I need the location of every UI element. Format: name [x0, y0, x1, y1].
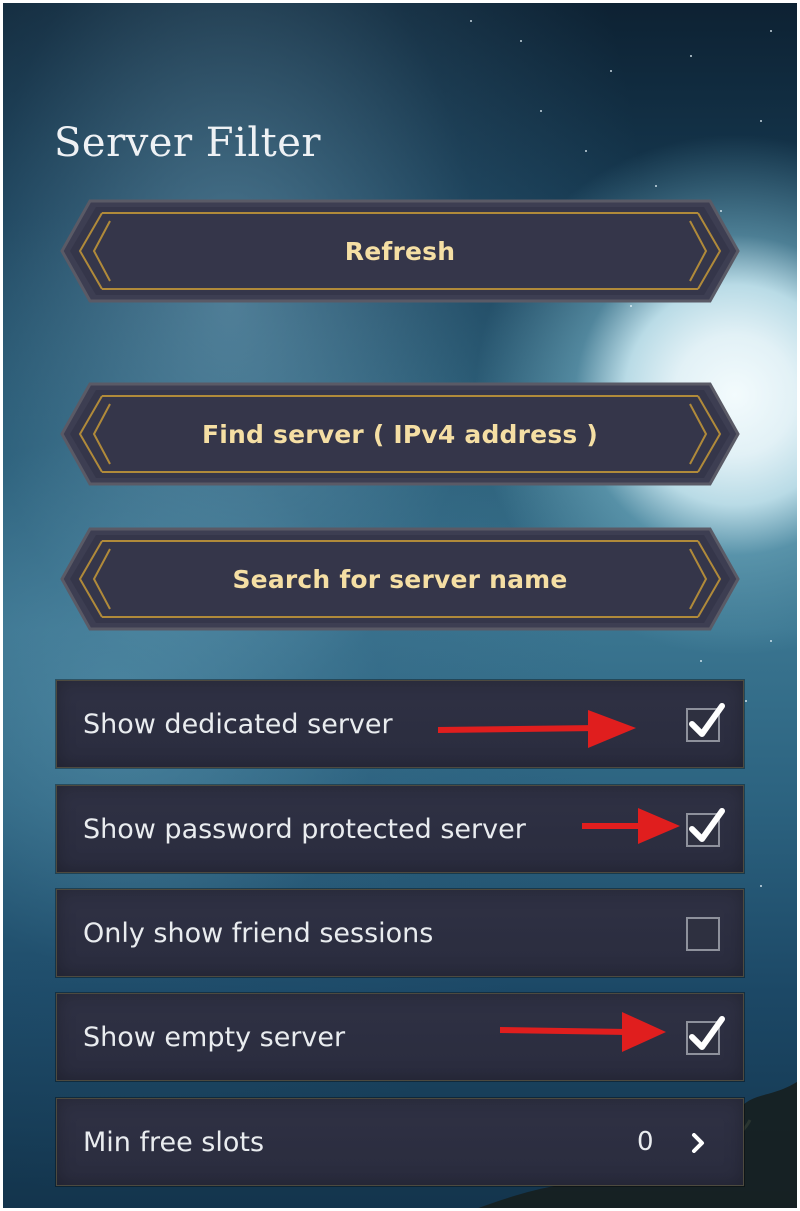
check-icon: [689, 703, 725, 737]
password-server-checkbox[interactable]: [686, 808, 725, 847]
page-title: Server Filter: [54, 120, 322, 166]
filter-label: Show dedicated server: [83, 708, 393, 740]
min-free-slots-value: 0: [637, 1127, 654, 1157]
search-server-name-button[interactable]: Search for server name: [60, 525, 740, 633]
filter-row-empty[interactable]: Show empty server: [56, 993, 744, 1081]
refresh-button-label: Refresh: [344, 236, 456, 266]
search-server-name-button-label: Search for server name: [232, 564, 568, 594]
filter-label: Show password protected server: [83, 813, 526, 845]
check-icon: [689, 808, 725, 842]
find-server-button[interactable]: Find server ( IPv4 address ): [60, 380, 740, 488]
filter-label: Only show friend sessions: [83, 917, 434, 949]
filter-label: Show empty server: [83, 1021, 346, 1053]
friend-sessions-checkbox[interactable]: [686, 917, 720, 951]
refresh-button[interactable]: Refresh: [60, 197, 740, 305]
filter-row-friends[interactable]: Only show friend sessions: [56, 889, 744, 977]
check-icon: [689, 1016, 725, 1050]
filter-row-password[interactable]: Show password protected server: [56, 785, 744, 873]
min-free-slots-label: Min free slots: [83, 1126, 265, 1158]
find-server-button-label: Find server ( IPv4 address ): [201, 419, 599, 449]
chevron-right-icon[interactable]: [691, 1133, 705, 1153]
min-free-slots-row[interactable]: Min free slots 0: [56, 1098, 744, 1186]
empty-server-checkbox[interactable]: [686, 1016, 725, 1055]
filter-row-dedicated[interactable]: Show dedicated server: [56, 680, 744, 768]
dedicated-server-checkbox[interactable]: [686, 703, 725, 742]
